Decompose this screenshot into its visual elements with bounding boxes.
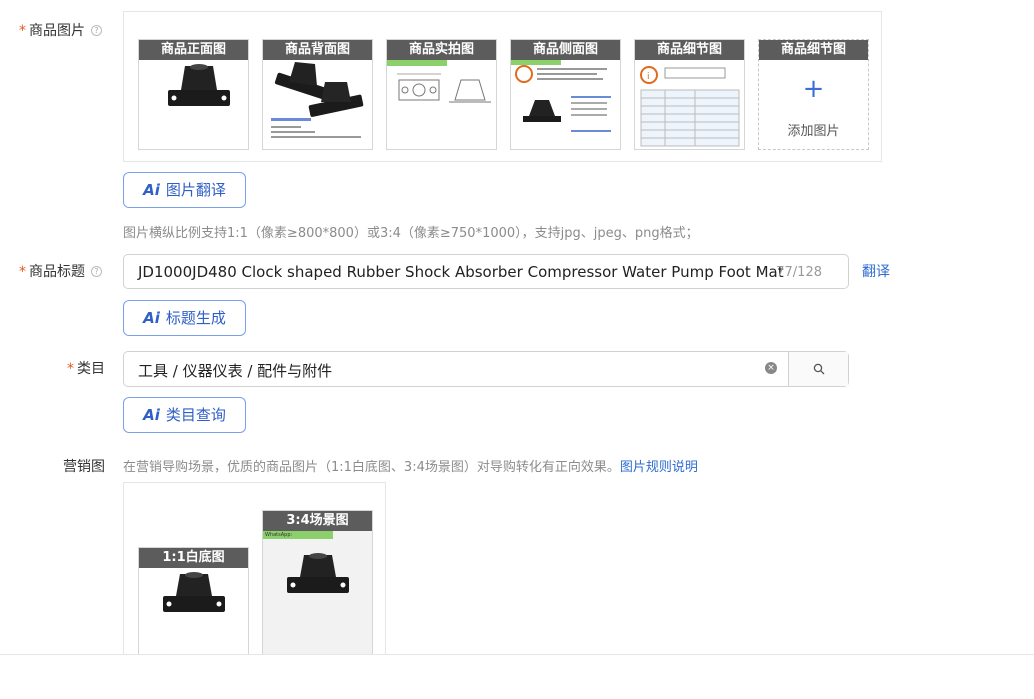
add-image-button[interactable]: 商品细节图 + 添加图片	[758, 39, 869, 150]
category-label: * 类目	[67, 358, 105, 378]
marketing-images-label: 营销图	[63, 459, 105, 475]
thumb-caption: 3:4场景图	[263, 511, 372, 531]
help-icon[interactable]: ?	[91, 25, 102, 36]
product-title-label-text: 商品标题	[29, 264, 85, 280]
marketing-image-white-bg[interactable]: 1:1白底图	[138, 547, 249, 667]
clear-icon[interactable]: ×	[765, 362, 777, 374]
add-image-label: 添加图片	[787, 124, 840, 139]
product-image-side[interactable]: 商品侧面图	[510, 39, 621, 150]
marketing-image-scene[interactable]: 3:4场景图 WhatsApp: +8617836910825	[262, 510, 373, 670]
translate-link[interactable]: 翻译	[862, 261, 890, 281]
watermark-tag: WhatsApp: +8617836910825	[263, 531, 333, 539]
required-mark: *	[19, 264, 26, 280]
product-image-real[interactable]: 商品实拍图	[386, 39, 497, 150]
thumb-caption: 商品背面图	[263, 40, 372, 60]
thumb-caption: 1:1白底图	[139, 548, 248, 568]
product-image-detail[interactable]: i 商品细节图	[634, 39, 745, 150]
ai-icon: Ai	[143, 406, 160, 424]
button-label: 图片翻译	[165, 181, 226, 199]
svg-text:i: i	[647, 72, 650, 82]
product-image-panel: 商品正面图 商品背面图 商品实拍图 商品侧面图 i 商品细节图 商品细节图 + …	[123, 11, 882, 162]
button-label: 标题生成	[165, 309, 226, 327]
page-bottom-area	[0, 655, 1034, 699]
category-value: 工具 / 仪器仪表 / 配件与附件	[138, 362, 333, 380]
marketing-image-panel: 1:1白底图 3:4场景图 WhatsApp: +8617836910825	[123, 482, 386, 670]
product-image-back[interactable]: 商品背面图	[262, 39, 373, 150]
ai-icon: Ai	[143, 309, 160, 327]
thumb-caption: 商品细节图	[759, 40, 868, 60]
required-mark: *	[19, 23, 26, 39]
help-icon[interactable]: ?	[91, 266, 102, 277]
image-format-hint: 图片横纵比例支持1:1（像素≥800*800）或3:4（像素≥750*1000）…	[123, 226, 699, 241]
thumb-caption: 商品侧面图	[511, 40, 620, 60]
product-title-label: * 商品标题?	[19, 261, 102, 281]
product-images-label: * 商品图片?	[19, 20, 102, 40]
thumb-caption: 商品实拍图	[387, 40, 496, 60]
image-rules-link[interactable]: 图片规则说明	[620, 460, 698, 475]
title-generate-button[interactable]: Ai 标题生成	[123, 300, 246, 336]
product-title-value: JD1000JD480 Clock shaped Rubber Shock Ab…	[138, 263, 784, 281]
plus-icon: +	[802, 74, 825, 104]
ai-icon: Ai	[143, 181, 160, 199]
category-select[interactable]: 工具 / 仪器仪表 / 配件与附件 ×	[123, 351, 849, 387]
thumb-caption: 商品细节图	[635, 40, 744, 60]
category-query-button[interactable]: Ai 类目查询	[123, 397, 246, 433]
product-title-input[interactable]: JD1000JD480 Clock shaped Rubber Shock Ab…	[123, 254, 849, 289]
required-mark: *	[67, 361, 74, 377]
image-translate-button[interactable]: Ai 图片翻译	[123, 172, 246, 208]
char-counter: 77/128	[776, 265, 822, 280]
product-images-label-text: 商品图片	[29, 23, 85, 39]
category-search-button[interactable]	[788, 352, 848, 386]
marketing-hint-text: 在营销导购场景，优质的商品图片（1:1白底图、3:4场景图）对导购转化有正向效果…	[123, 460, 620, 475]
divider	[0, 654, 1034, 655]
product-image-front[interactable]: 商品正面图	[138, 39, 249, 150]
thumb-caption: 商品正面图	[139, 40, 248, 60]
category-label-text: 类目	[77, 361, 105, 377]
button-label: 类目查询	[165, 406, 226, 424]
search-icon	[813, 363, 825, 375]
marketing-hint: 在营销导购场景，优质的商品图片（1:1白底图、3:4场景图）对导购转化有正向效果…	[123, 456, 698, 475]
